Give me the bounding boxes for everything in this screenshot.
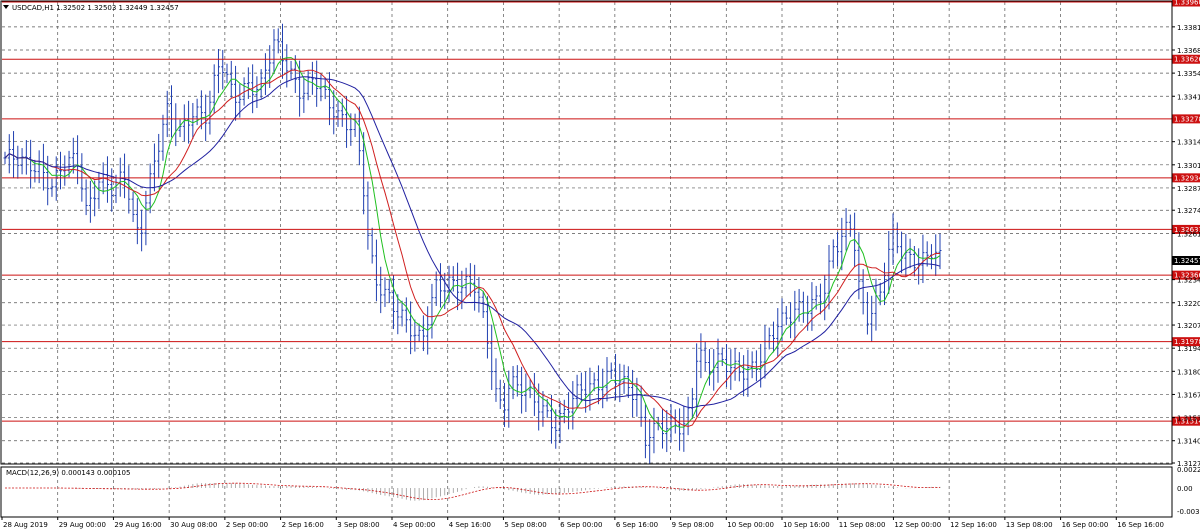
price-tick-label: 1.33410 — [1177, 93, 1200, 101]
time-label: 28 Aug 2019 — [3, 521, 48, 529]
price-tick-label: 1.31535 — [1177, 415, 1200, 423]
macd-scale-label: 0.00 — [1177, 485, 1193, 493]
time-label: 2 Sep 00:00 — [226, 521, 268, 529]
price-tick-label: 1.31400 — [1177, 438, 1200, 446]
price-chart[interactable]: 1.339601.336261.332781.329341.326331.323… — [0, 0, 1200, 531]
time-label: 2 Sep 16:00 — [282, 521, 324, 529]
price-tick-label: 1.31805 — [1177, 368, 1200, 376]
price-tick-label: 1.33145 — [1177, 139, 1200, 147]
time-label: 9 Sep 08:00 — [672, 521, 714, 529]
current-price-label: 1.32457 — [1174, 257, 1200, 265]
price-tick-label: 1.32610 — [1177, 230, 1200, 238]
time-label: 5 Sep 08:00 — [504, 521, 546, 529]
level-label: 1.33960 — [1174, 0, 1200, 7]
time-label: 12 Sep 16:00 — [950, 521, 997, 529]
price-tick-label: 1.31940 — [1177, 345, 1200, 353]
price-tick-label: 1.32745 — [1177, 207, 1200, 215]
chart-background — [0, 0, 1200, 531]
time-label: 12 Sep 00:00 — [894, 521, 941, 529]
price-tick-label: 1.33815 — [1177, 24, 1200, 32]
time-label: 3 Sep 08:00 — [337, 521, 379, 529]
price-tick-label: 1.33680 — [1177, 47, 1200, 55]
time-label: 6 Sep 00:00 — [560, 521, 602, 529]
time-label: 13 Sep 08:00 — [1006, 521, 1053, 529]
time-label: 16 Sep 00:00 — [1062, 521, 1109, 529]
current-price-marker: 1.32457 — [1172, 256, 1200, 265]
time-label: 4 Sep 00:00 — [393, 521, 435, 529]
price-tick-label: 1.32205 — [1177, 300, 1200, 308]
price-tick-label: 1.33010 — [1177, 162, 1200, 170]
level-label: 1.33278 — [1174, 115, 1200, 123]
level-label: 1.33626 — [1174, 56, 1200, 64]
macd-scale-label: -0.00322 — [1177, 508, 1200, 516]
macd-scale-label: 0.002238 — [1177, 466, 1200, 474]
time-label: 11 Sep 08:00 — [839, 521, 886, 529]
time-label: 30 Aug 08:00 — [170, 521, 217, 529]
time-label: 10 Sep 16:00 — [783, 521, 830, 529]
price-tick-label: 1.32075 — [1177, 322, 1200, 330]
time-label: 29 Aug 00:00 — [59, 521, 106, 529]
time-label: 6 Sep 16:00 — [616, 521, 658, 529]
price-tick-label: 1.32875 — [1177, 185, 1200, 193]
price-tick-label: 1.31670 — [1177, 391, 1200, 399]
time-label: 16 Sep 16:00 — [1117, 521, 1164, 529]
price-tick-label: 1.33545 — [1177, 70, 1200, 78]
macd-label: MACD(12,26,9) 0.000143 0.000105 — [6, 469, 130, 477]
level-label: 1.32934 — [1174, 174, 1200, 182]
price-tick-label: 1.32340 — [1177, 277, 1200, 285]
time-label: 10 Sep 00:00 — [727, 521, 774, 529]
symbol-label: USDCAD,H1 1.32502 1.32503 1.32449 1.3245… — [12, 4, 179, 12]
time-label: 4 Sep 16:00 — [449, 521, 491, 529]
time-label: 29 Aug 16:00 — [114, 521, 161, 529]
